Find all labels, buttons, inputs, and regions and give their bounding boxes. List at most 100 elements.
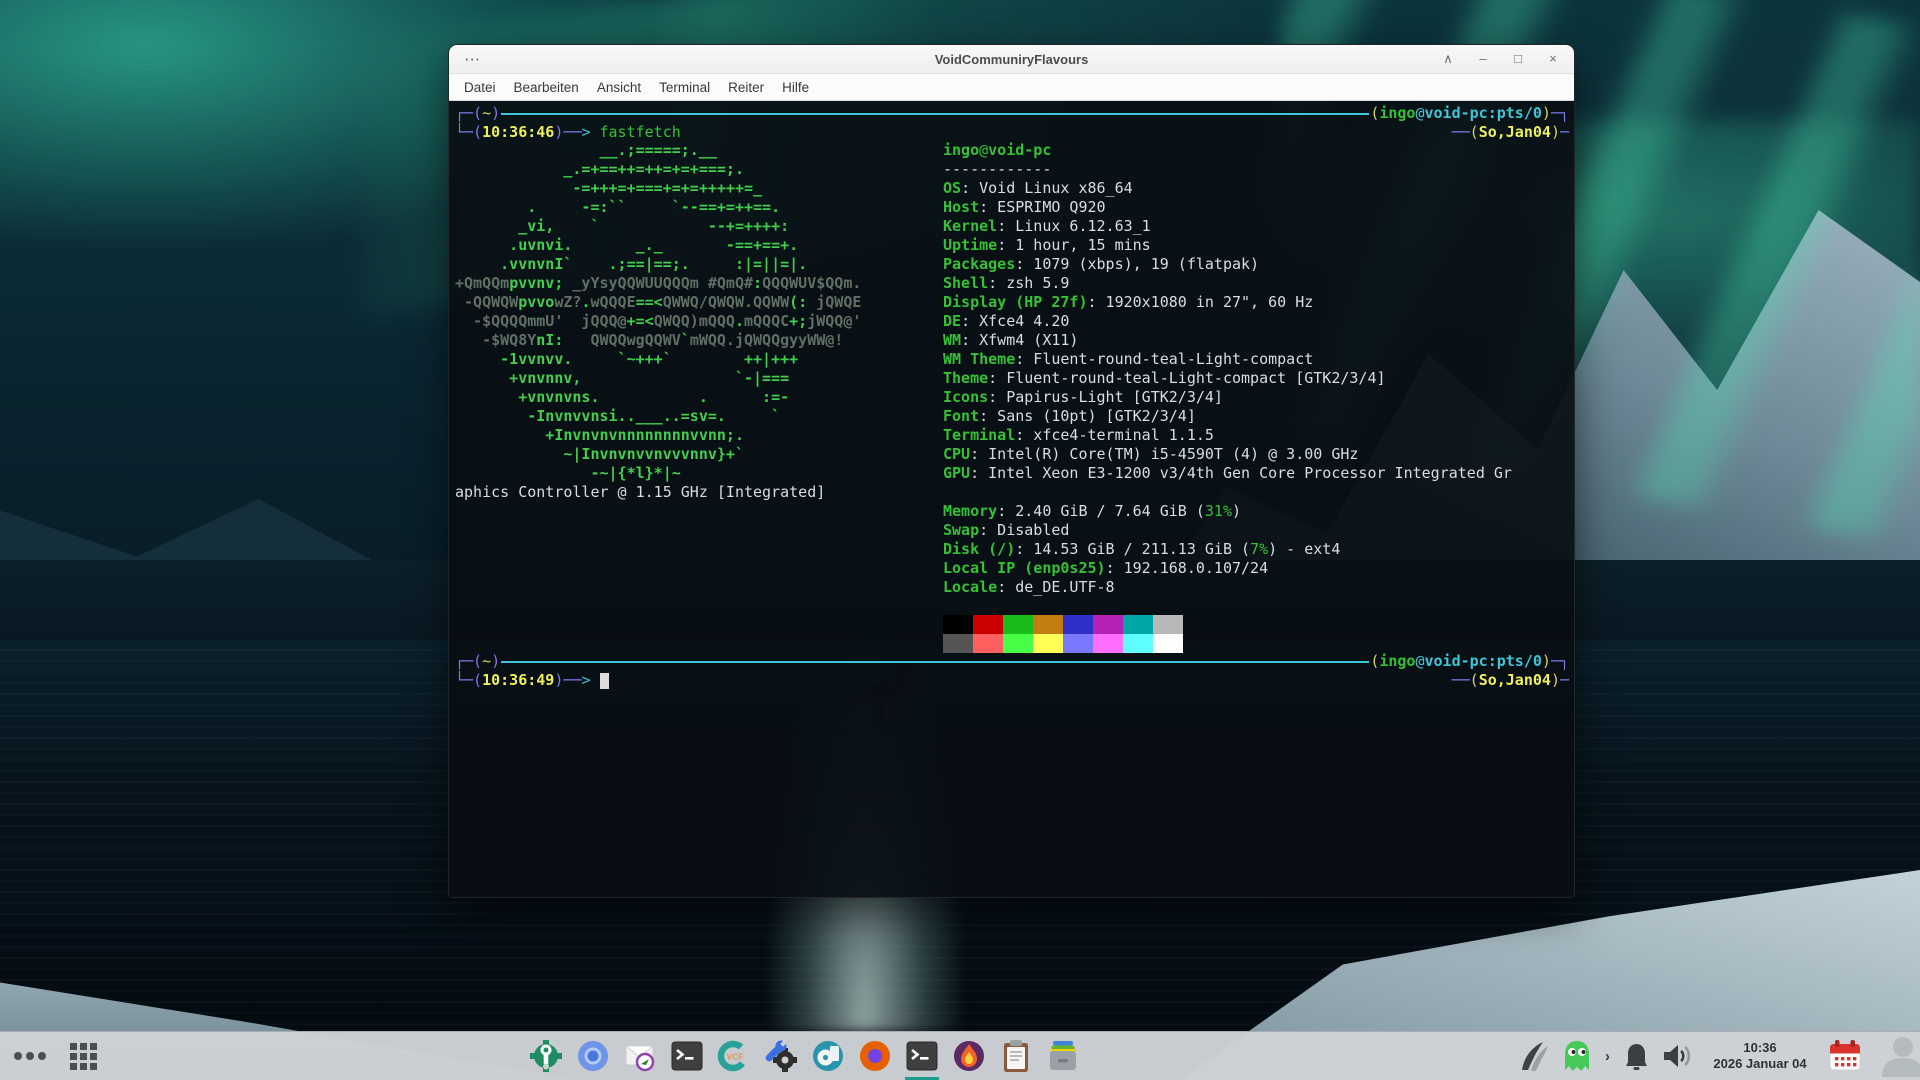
launcher-tools[interactable]: [762, 1037, 800, 1075]
desktop: ··· VoidCommuniryFlavours ∧ – □ × DateiB…: [0, 0, 1920, 1080]
terminal-text-line: -$QQQQmmU' jQQQ@+=<QWQQ)mQQQ.mQQQC+;jWQQ…: [455, 312, 861, 331]
chromium-icon: [575, 1038, 611, 1074]
svg-text:VCF: VCF: [727, 1052, 744, 1062]
firefox-icon: [857, 1038, 893, 1074]
volume-speaker-icon[interactable]: [1661, 1042, 1693, 1070]
terminal-text-line: -1vvnvv. `~+++` ++|+++: [455, 350, 861, 369]
prompt-top: ┌─(~) (ingo@void-pc:pts/0)─┐ └─(10:36:46…: [455, 104, 1569, 142]
prompt-rule-line: [501, 661, 1369, 663]
terminal-text-line: aphics Controller @ 1.15 GHz [Integrated…: [455, 483, 861, 502]
ghost-indicator-icon[interactable]: [1562, 1039, 1592, 1073]
terminal-text-line: WM: Xfwm4 (X11): [943, 331, 1512, 350]
terminal-text-line: -QQWQWpvvowZ?.wQQQE==<QWWQ/QWQW.QQWW(: j…: [455, 293, 861, 312]
palette-swatch: [1123, 634, 1153, 653]
palette-swatch: [1153, 615, 1183, 634]
shade-button[interactable]: ∧: [1437, 51, 1459, 67]
menu-reiter[interactable]: Reiter: [719, 80, 773, 95]
palette-swatch: [1153, 634, 1183, 653]
launcher-chromium[interactable]: [574, 1037, 612, 1075]
launcher-firefox[interactable]: [856, 1037, 894, 1075]
terminal-icon: [904, 1038, 940, 1074]
terminal-text-line: Host: ESPRIMO Q920: [943, 198, 1512, 217]
terminal-text-line: Disk (/): 14.53 GiB / 211.13 GiB (7%) - …: [943, 540, 1512, 559]
window-titlebar[interactable]: ··· VoidCommuniryFlavours ∧ – □ ×: [449, 45, 1574, 74]
launcher-mail[interactable]: [621, 1037, 659, 1075]
minimize-button[interactable]: –: [1472, 51, 1494, 67]
palette-swatch: [1093, 615, 1123, 634]
terminal-text-line: DE: Xfce4 4.20: [943, 312, 1512, 331]
terminal-text-line: Packages: 1079 (xbps), 19 (flatpak): [943, 255, 1512, 274]
terminal-color-palette: [943, 615, 1183, 653]
terminal-text-line: +vnvnnv, `-|===: [455, 369, 861, 388]
notifications-bell-icon[interactable]: [1623, 1041, 1650, 1071]
terminal-text-line: Memory: 2.40 GiB / 7.64 GiB (31%): [943, 502, 1512, 521]
launcher-flame[interactable]: [950, 1037, 988, 1075]
terminal-text-line: ingo@void-pc: [943, 141, 1512, 160]
launcher-terminal[interactable]: [668, 1037, 706, 1075]
clock-date: 2026 Januar 04: [1704, 1056, 1816, 1072]
launcher-clipboard[interactable]: [997, 1037, 1035, 1075]
terminal-text-line: Shell: zsh 5.9: [943, 274, 1512, 293]
palette-swatch: [1093, 634, 1123, 653]
clipboard-icon: [998, 1038, 1034, 1074]
terminal-text-line: Terminal: xfce4-terminal 1.1.5: [943, 426, 1512, 445]
menu-bearbeiten[interactable]: Bearbeiten: [505, 80, 588, 95]
palette-swatch: [1003, 634, 1033, 653]
palette-swatch: [943, 615, 973, 634]
palette-swatch: [1003, 615, 1033, 634]
panel-menu-icon[interactable]: [14, 1052, 46, 1060]
terminal-text-line: Kernel: Linux 6.12.63_1: [943, 217, 1512, 236]
fastfetch-info: ingo@void-pc------------OS: Void Linux x…: [943, 141, 1512, 597]
prompt-rule-line: [501, 113, 1369, 115]
terminal-text-line: Uptime: 1 hour, 15 mins: [943, 236, 1512, 255]
terminal-text-line: -$WQ8YnI: QWQQwgQQWV`mWQQ.jQWQQgyyWW@!: [455, 331, 861, 350]
window-icon: ···: [465, 52, 481, 67]
terminal-text-line: ------------: [943, 160, 1512, 179]
menu-terminal[interactable]: Terminal: [650, 80, 719, 95]
feathers-indicator-icon[interactable]: [1517, 1038, 1551, 1074]
terminal-text-line: . -=:`` `--==+=++==.: [455, 198, 861, 217]
maximize-button[interactable]: □: [1507, 51, 1529, 67]
palette-swatch: [943, 634, 973, 653]
close-button[interactable]: ×: [1542, 51, 1564, 67]
launcher-media[interactable]: [809, 1037, 847, 1075]
terminal-text-line: -~|{*l}*|~: [455, 464, 861, 483]
calendar-icon[interactable]: [1827, 1038, 1863, 1074]
terminal-text-line: .vvnvnI` .;==|==;. :|=||=|.: [455, 255, 861, 274]
vcf-logo-icon: VCF: [716, 1038, 752, 1074]
menu-ansicht[interactable]: Ansicht: [588, 80, 650, 95]
terminal-text-line: Display (HP 27f): 1920x1080 in 27", 60 H…: [943, 293, 1512, 312]
launcher-void-settings[interactable]: [527, 1037, 565, 1075]
menu-hilfe[interactable]: Hilfe: [773, 80, 818, 95]
clock[interactable]: 10:36 2026 Januar 04: [1704, 1040, 1816, 1072]
launcher-archive[interactable]: [1044, 1037, 1082, 1075]
flame-icon: [951, 1038, 987, 1074]
terminal-text-line: WM Theme: Fluent-round-teal-Light-compac…: [943, 350, 1512, 369]
terminal-text-line: GPU: Intel Xeon E3-1200 v3/4th Gen Core …: [943, 464, 1512, 483]
palette-swatch: [1063, 615, 1093, 634]
fastfetch-ascii-logo: __.;=====;.__ _.=+==++=++=+=+===;. -=+++…: [455, 141, 861, 502]
taskbar[interactable]: VCF: [0, 1031, 1920, 1080]
terminal-window[interactable]: ··· VoidCommuniryFlavours ∧ – □ × DateiB…: [448, 44, 1575, 898]
launcher-vcf[interactable]: VCF: [715, 1037, 753, 1075]
terminal-text-line: +vnvnvns. . :=-: [455, 388, 861, 407]
terminal-text-line: Icons: Papirus-Light [GTK2/3/4]: [943, 388, 1512, 407]
disc-media-icon: [810, 1038, 846, 1074]
terminal-text-line: ~|Invnvnvvnvvvnnv}+`: [455, 445, 861, 464]
palette-swatch: [973, 615, 1003, 634]
app-grid-icon[interactable]: [70, 1043, 97, 1070]
user-silhouette-icon[interactable]: [1874, 1035, 1920, 1077]
palette-swatch: [1033, 615, 1063, 634]
terminal-screen[interactable]: ┌─(~) (ingo@void-pc:pts/0)─┐ └─(10:36:46…: [449, 101, 1574, 897]
clock-time: 10:36: [1704, 1040, 1816, 1056]
launcher-terminal-active[interactable]: [903, 1037, 941, 1075]
tray-expander[interactable]: ›: [1603, 1048, 1612, 1065]
wrench-gear-icon: [763, 1038, 799, 1074]
terminal-text-line: [943, 483, 1512, 502]
terminal-icon: [669, 1038, 705, 1074]
terminal-text-line: Font: Sans (10pt) [GTK2/3/4]: [943, 407, 1512, 426]
palette-swatch: [1063, 634, 1093, 653]
terminal-text-line: Locale: de_DE.UTF-8: [943, 578, 1512, 597]
mail-envelope-icon: [622, 1038, 658, 1074]
menu-datei[interactable]: Datei: [455, 80, 505, 95]
